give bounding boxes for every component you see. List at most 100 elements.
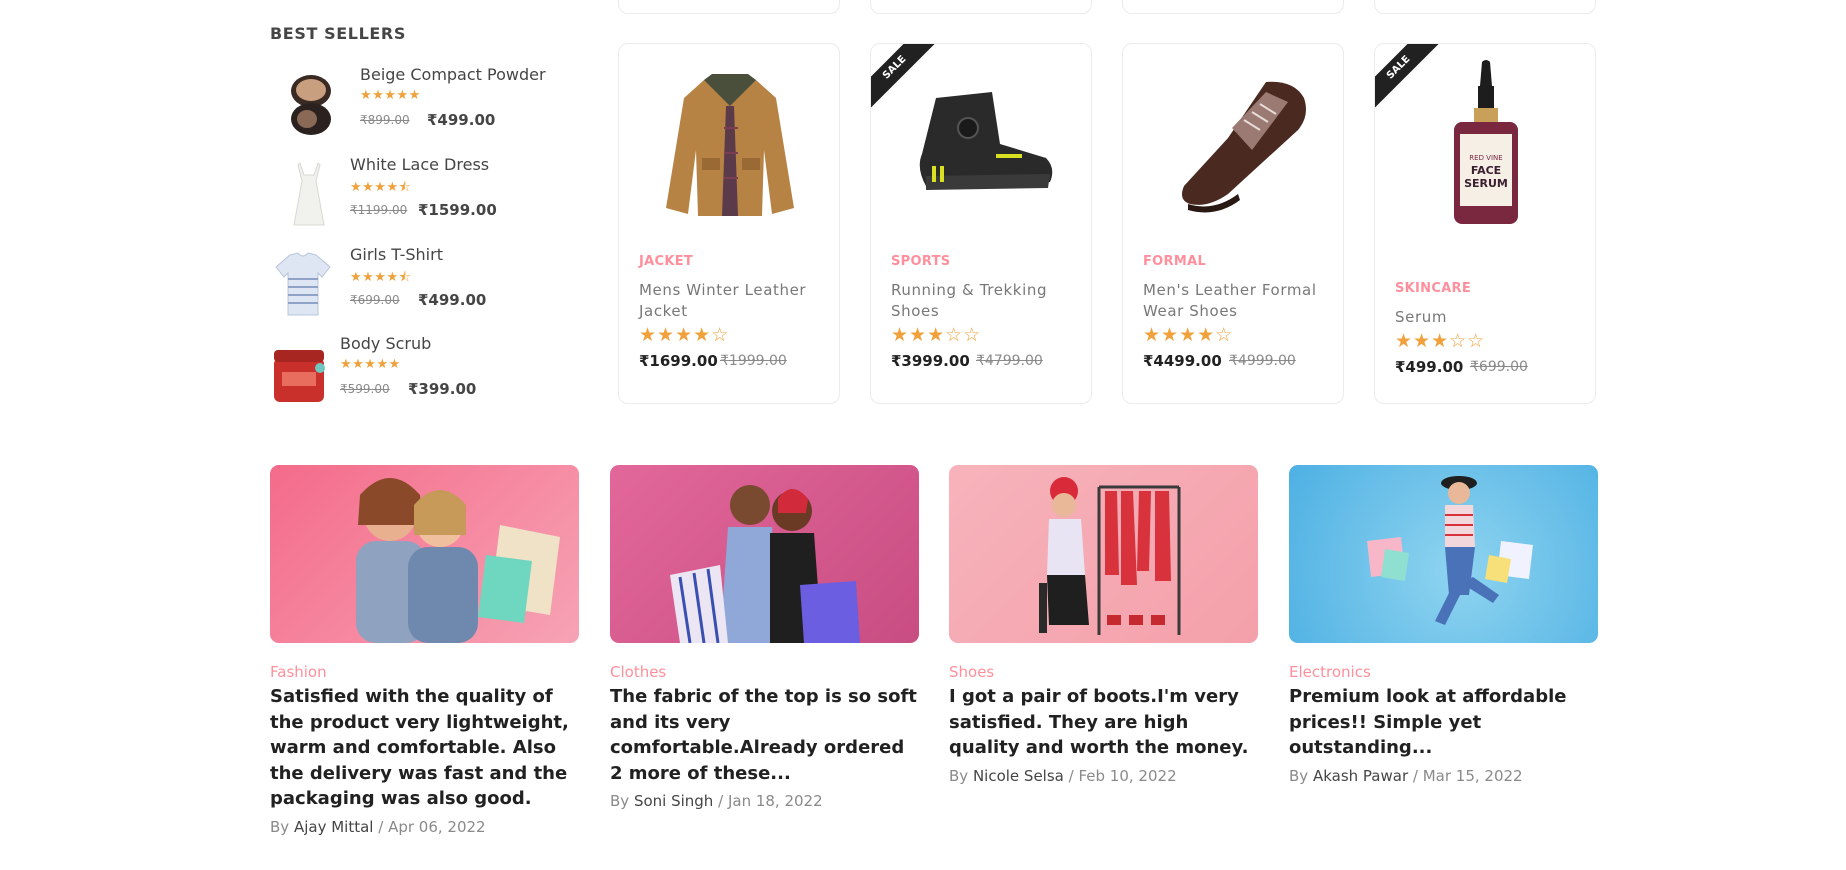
best-seller-name[interactable]: White Lace Dress xyxy=(350,155,489,174)
new-price: ₹1599.00 xyxy=(418,201,497,219)
product-card-previous-row xyxy=(1122,0,1344,14)
serum-label-line1: RED VINE xyxy=(1469,154,1502,162)
formal-shoe-image xyxy=(1182,81,1306,213)
by-label: By xyxy=(270,817,290,836)
best-sellers-title: BEST SELLERS xyxy=(270,24,406,43)
by-label: By xyxy=(1289,766,1309,785)
rating-stars: ★★★★★ xyxy=(360,88,421,103)
product-old-price: ₹1999.00 xyxy=(720,353,787,369)
blog-meta: By Akash Pawar / Mar 15, 2022 xyxy=(1289,767,1598,785)
best-seller-name[interactable]: Body Scrub xyxy=(340,334,431,353)
product-title[interactable]: Men's Leather Formal Wear Shoes xyxy=(1143,280,1329,322)
blog-card[interactable]: Clothes The fabric of the top is so soft… xyxy=(610,465,919,810)
meta-separator: / xyxy=(718,792,724,810)
blog-date: Apr 06, 2022 xyxy=(388,817,486,836)
product-title[interactable]: Running & Trekking Shoes xyxy=(891,280,1077,322)
body-scrub-image xyxy=(274,350,325,402)
rating-stars: ★★★★⯪ xyxy=(350,180,412,195)
product-card-previous-row xyxy=(1374,0,1596,14)
rating-stars: ★★★★★ xyxy=(340,357,401,372)
new-price: ₹499.00 xyxy=(418,291,487,309)
product-price: ₹3999.00 xyxy=(891,352,970,370)
best-seller-item[interactable]: Girls T-Shirt ★★★★⯪ ₹699.00 ₹499.00 xyxy=(270,245,590,321)
blog-title[interactable]: The fabric of the top is so soft and its… xyxy=(610,684,919,786)
product-price: ₹4499.00 xyxy=(1143,352,1222,370)
blog-category[interactable]: Fashion xyxy=(270,663,579,681)
rating-stars: ★★★★⯪ xyxy=(350,270,412,285)
product-category[interactable]: SPORTS xyxy=(891,254,950,269)
serum-label-line3: SERUM xyxy=(1464,177,1508,190)
blog-title[interactable]: I got a pair of boots.I'm very satisfied… xyxy=(949,684,1258,761)
by-label: By xyxy=(610,792,630,810)
old-price: ₹699.00 xyxy=(350,293,400,307)
product-card[interactable]: SALE SPORTS Running & Trekking Shoes ★★★… xyxy=(870,43,1092,404)
compact-powder-image xyxy=(291,75,331,135)
product-category[interactable]: FORMAL xyxy=(1143,254,1206,269)
product-card[interactable]: JACKET Mens Winter Leather Jacket ★★★★☆ … xyxy=(618,43,840,404)
blog-author[interactable]: Akash Pawar xyxy=(1313,767,1408,785)
shopping-girls-illustration xyxy=(356,478,560,643)
blog-author[interactable]: Ajay Mittal xyxy=(294,818,374,836)
rating-stars: ★★★★☆ xyxy=(1143,324,1234,346)
product-price: ₹1699.00 xyxy=(639,352,718,370)
shopping-friends-illustration xyxy=(670,485,860,643)
product-card[interactable]: FORMAL Men's Leather Formal Wear Shoes ★… xyxy=(1122,43,1344,404)
blog-date: Jan 18, 2022 xyxy=(727,792,823,810)
blog-title[interactable]: Satisfied with the quality of the produc… xyxy=(270,684,579,812)
white-dress-image xyxy=(293,162,325,226)
blog-date: Mar 15, 2022 xyxy=(1422,766,1523,785)
product-card[interactable]: SALE RED VINE FACE SERUM SKINCARE Serum … xyxy=(1374,43,1596,404)
serum-label-line2: FACE xyxy=(1471,164,1501,177)
blog-author[interactable]: Nicole Selsa xyxy=(973,767,1064,785)
blog-category[interactable]: Electronics xyxy=(1289,663,1598,681)
jumping-shopper-illustration xyxy=(1367,476,1533,625)
t-shirt-image xyxy=(275,252,331,316)
blog-meta: By Nicole Selsa / Feb 10, 2022 xyxy=(949,767,1258,785)
product-title[interactable]: Serum xyxy=(1395,307,1581,328)
product-category[interactable]: JACKET xyxy=(639,254,693,269)
face-serum-image: RED VINE FACE SERUM xyxy=(1454,60,1518,224)
product-old-price: ₹4999.00 xyxy=(1229,353,1296,369)
blog-card[interactable]: Electronics Premium look at affordable p… xyxy=(1289,465,1598,785)
by-label: By xyxy=(949,766,969,785)
best-seller-name[interactable]: Beige Compact Powder xyxy=(360,65,546,84)
meta-separator: / xyxy=(1068,766,1074,785)
trekking-shoe-image xyxy=(919,92,1053,190)
blog-image-electronics[interactable] xyxy=(1289,465,1598,643)
blog-image-clothes[interactable] xyxy=(610,465,919,643)
blog-meta: By Ajay Mittal / Apr 06, 2022 xyxy=(270,818,579,836)
blog-author[interactable]: Soni Singh xyxy=(634,792,713,810)
rating-stars: ★★★★☆ xyxy=(639,324,730,346)
blog-card[interactable]: Shoes I got a pair of boots.I'm very sat… xyxy=(949,465,1258,785)
old-price: ₹899.00 xyxy=(360,113,410,127)
blog-title[interactable]: Premium look at affordable prices!! Simp… xyxy=(1289,684,1598,761)
product-card-previous-row xyxy=(618,0,840,14)
best-sellers-section: BEST SELLERS Beige Compact Powder ★★★★★ … xyxy=(270,24,570,402)
product-category[interactable]: SKINCARE xyxy=(1395,281,1471,296)
best-seller-name[interactable]: Girls T-Shirt xyxy=(350,245,443,264)
product-card-previous-row xyxy=(870,0,1092,14)
meta-separator: / xyxy=(378,817,384,836)
blog-category[interactable]: Shoes xyxy=(949,663,1258,681)
rating-stars: ★★★☆☆ xyxy=(891,324,982,346)
blog-meta: By Soni Singh / Jan 18, 2022 xyxy=(610,792,919,810)
blog-card[interactable]: Fashion Satisfied with the quality of th… xyxy=(270,465,579,836)
best-seller-item[interactable]: White Lace Dress ★★★★⯪ ₹1199.00 ₹1599.00 xyxy=(270,155,590,231)
old-price: ₹599.00 xyxy=(340,382,390,396)
new-price: ₹499.00 xyxy=(427,111,496,129)
blog-image-shoes[interactable] xyxy=(949,465,1258,643)
clothing-rack-illustration xyxy=(1039,477,1181,635)
best-seller-item[interactable]: Beige Compact Powder ★★★★★ ₹899.00 ₹499.… xyxy=(270,65,590,141)
meta-separator: / xyxy=(1412,766,1418,785)
product-price: ₹499.00 xyxy=(1395,358,1464,376)
product-title[interactable]: Mens Winter Leather Jacket xyxy=(639,280,825,322)
rating-stars: ★★★☆☆ xyxy=(1395,330,1486,352)
blog-image-fashion[interactable] xyxy=(270,465,579,643)
new-price: ₹399.00 xyxy=(408,380,477,398)
blog-category[interactable]: Clothes xyxy=(610,663,919,681)
best-seller-item[interactable]: Body Scrub ★★★★★ ₹599.00 ₹399.00 xyxy=(270,334,590,410)
blog-date: Feb 10, 2022 xyxy=(1078,766,1177,785)
leather-jacket-image xyxy=(666,74,794,216)
old-price: ₹1199.00 xyxy=(350,203,408,217)
product-old-price: ₹699.00 xyxy=(1470,359,1528,375)
